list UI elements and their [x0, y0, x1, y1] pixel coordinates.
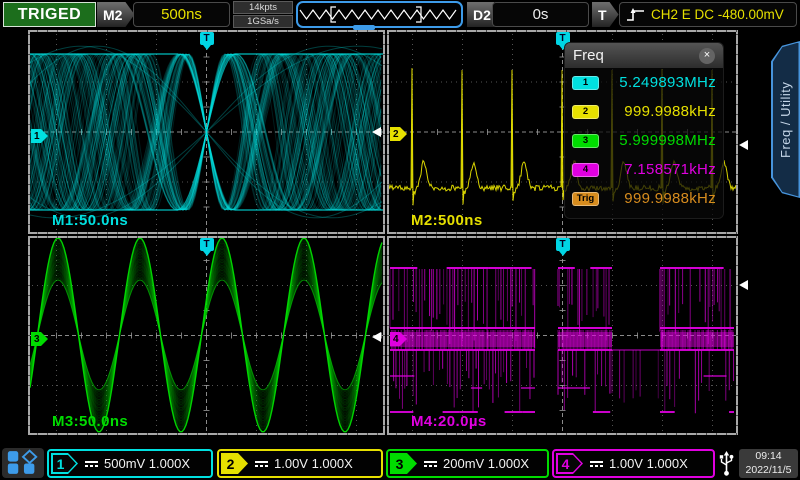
freq-value-ch4: 7.158571kHz: [624, 161, 716, 178]
channel-1-scale: 500mV 1.000X: [104, 456, 190, 471]
trigger-position-marker-m4[interactable]: T: [556, 238, 570, 251]
freq-row-ch3: 3 5.999998MHz: [565, 126, 723, 155]
timebase-value[interactable]: 500ns: [133, 2, 230, 27]
freq-value-ch1: 5.249893MHz: [619, 74, 716, 91]
channel-2-block[interactable]: 2 1.00V 1.000X: [217, 449, 383, 478]
close-icon[interactable]: ×: [699, 48, 715, 64]
window-m4[interactable]: 4 T M4:20.0µs: [387, 236, 738, 435]
freq-value-ch2: 999.9988kHz: [624, 103, 716, 120]
apps-grid-icon: [5, 449, 41, 477]
trigger-source-text: CH2 E DC -480.00mV: [651, 7, 784, 22]
window-m2-timebase-label: M2:500ns: [411, 212, 483, 229]
channel-4-badge: 4: [556, 453, 583, 474]
horizontal-source-label: M2: [97, 2, 134, 27]
window-m3[interactable]: 3 T M3:50.0ns: [28, 236, 385, 435]
oscilloscope-screen: TRIGED M2 500ns 14kpts 1GSa/s D2 0s T CH…: [0, 0, 800, 480]
channel-3-block[interactable]: 3 200mV 1.000X: [386, 449, 549, 478]
dc-coupling-icon: [255, 461, 268, 467]
trigger-level-arrow-m2[interactable]: [739, 140, 748, 150]
preview-zigzag-icon: [298, 3, 461, 26]
channel-2-badge: 2: [221, 453, 248, 474]
freq-panel-titlebar[interactable]: Freq ×: [565, 43, 723, 68]
freq-badge-ch4: 4: [572, 163, 599, 177]
channel-3-badge: 3: [390, 453, 417, 474]
delay-value[interactable]: 0s: [492, 2, 589, 27]
channel-3-scale: 200mV 1.000X: [443, 456, 529, 471]
trigger-status-badge: TRIGED: [3, 2, 96, 27]
memory-depth: 14kpts: [233, 1, 293, 14]
trigger-position-marker-m3[interactable]: T: [200, 238, 214, 251]
trigger-level-arrow-m1[interactable]: [372, 127, 381, 137]
freq-badge-ch1: 1: [572, 76, 599, 90]
time-text: 09:14: [755, 450, 781, 464]
waveform-m4: [389, 238, 736, 433]
freq-badge-ch2: 2: [572, 105, 599, 119]
top-status-bar: TRIGED M2 500ns 14kpts 1GSa/s D2 0s T CH…: [0, 0, 800, 30]
waveform-preview-strip[interactable]: [296, 1, 463, 28]
trigger-position-marker-m1[interactable]: T: [200, 32, 214, 45]
channel-4-block[interactable]: 4 1.00V 1.000X: [552, 449, 715, 478]
window-m4-timebase-label: M4:20.0µs: [411, 413, 487, 430]
rising-edge-icon: [626, 7, 646, 23]
freq-value-trig: 999.9988kHz: [624, 190, 716, 207]
freq-row-ch1: 1 5.249893MHz: [565, 68, 723, 97]
window-m1[interactable]: 1 T M1:50.0ns: [28, 30, 385, 234]
channel-2-scale: 1.00V 1.000X: [274, 456, 353, 471]
trigger-level-arrow-m3[interactable]: [372, 332, 381, 342]
freq-value-ch3: 5.999998MHz: [619, 132, 716, 149]
trigger-level-arrow-m4[interactable]: [739, 280, 748, 290]
sample-rate: 1GSa/s: [233, 15, 293, 28]
freq-panel-title: Freq: [573, 47, 604, 64]
channel-1-badge: 1: [51, 453, 78, 474]
dc-coupling-icon: [85, 461, 98, 467]
dc-coupling-icon: [590, 461, 603, 467]
freq-row-trig: Trig 999.9988kHz: [565, 184, 723, 213]
tab-freq-utility-label: Freq / Utility: [771, 41, 800, 198]
waveform-m3: [30, 238, 383, 433]
freq-measure-panel: Freq × 1 5.249893MHz 2 999.9988kHz 3 5.9…: [565, 43, 723, 218]
window-m1-timebase-label: M1:50.0ns: [52, 212, 128, 229]
trigger-settings[interactable]: CH2 E DC -480.00mV: [619, 2, 797, 27]
trigger-label: T: [592, 2, 619, 27]
usb-status: [716, 449, 737, 478]
freq-badge-trig: Trig: [572, 192, 599, 206]
waveform-m1: [30, 32, 383, 232]
channel-4-scale: 1.00V 1.000X: [609, 456, 688, 471]
freq-row-ch4: 4 7.158571kHz: [565, 155, 723, 184]
date-text: 2022/11/5: [746, 464, 792, 478]
window-m3-timebase-label: M3:50.0ns: [52, 413, 128, 430]
bottom-channel-bar: 1 500mV 1.000X 2 1.00V 1.000X 3 200mV 1.…: [0, 447, 800, 480]
freq-row-ch2: 2 999.9988kHz: [565, 97, 723, 126]
usb-icon: [718, 451, 735, 477]
dc-coupling-icon: [424, 461, 437, 467]
menu-apps-button[interactable]: [2, 448, 44, 478]
tab-freq-utility[interactable]: Freq / Utility: [771, 41, 800, 198]
freq-badge-ch3: 3: [572, 134, 599, 148]
clock-display: 09:14 2022/11/5: [739, 449, 798, 478]
channel-1-block[interactable]: 1 500mV 1.000X: [47, 449, 213, 478]
